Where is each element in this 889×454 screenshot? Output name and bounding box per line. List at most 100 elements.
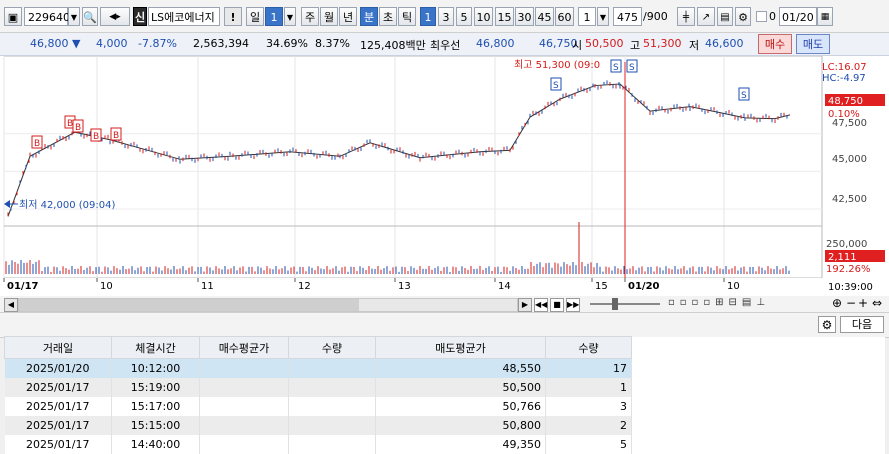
- settings-icon[interactable]: ⚙: [735, 7, 751, 26]
- period-minute-button[interactable]: 분: [360, 7, 378, 26]
- table-row[interactable]: 2025/01/17 15:17:00 50,766 3: [4, 396, 885, 416]
- chart-scrollbar[interactable]: [18, 298, 518, 312]
- date-input[interactable]: 01/20: [779, 7, 817, 26]
- speed-slider[interactable]: [590, 303, 660, 305]
- stock-code-input[interactable]: 229640: [24, 7, 70, 26]
- main-toolbar: ▣ 229640 ▼ 🔍 ◀▸ 신 LS에코에너지 ! 일 1 ▼ 주 월 년 …: [0, 0, 889, 33]
- day-count-input[interactable]: 1: [265, 7, 283, 26]
- zoom-minus-icon[interactable]: −: [846, 296, 856, 310]
- low-price: 46,600: [705, 37, 744, 50]
- interval-dropdown-icon[interactable]: ▼: [597, 7, 609, 26]
- cell-sell-qty: 2: [545, 415, 632, 435]
- high-label: 고: [630, 39, 641, 52]
- forward-icon[interactable]: ▶▶: [566, 298, 580, 312]
- time-label: 11: [201, 281, 214, 292]
- cell-sell-qty: 17: [545, 358, 632, 378]
- trade-amount: 125,408백만: [360, 39, 426, 52]
- scroll-left-icon[interactable]: ◀: [4, 298, 18, 312]
- trend-tool-icon[interactable]: ↗: [697, 7, 715, 26]
- cell-buy-avg: [199, 358, 289, 378]
- time-axis-bg: [0, 278, 889, 296]
- minute-10-button[interactable]: 10: [474, 7, 493, 26]
- minute-30-button[interactable]: 30: [515, 7, 534, 26]
- buy-marker: B: [93, 132, 99, 142]
- minute-15-button[interactable]: 15: [495, 7, 514, 26]
- table-row[interactable]: 2025/01/20 10:12:00 48,550 17: [4, 358, 885, 378]
- speed-slider-handle[interactable]: [612, 298, 618, 310]
- time-label: 01/20: [628, 281, 660, 292]
- table-settings-icon[interactable]: ⚙: [818, 316, 836, 333]
- sell-marker: S: [553, 81, 559, 91]
- minute-3-button[interactable]: 3: [438, 7, 454, 26]
- high-annotation: 최고 51,300 (09:0: [514, 59, 600, 71]
- period-second-button[interactable]: 초: [379, 7, 397, 26]
- minute-60-button[interactable]: 60: [555, 7, 574, 26]
- trade-list-toolbar: ⚙ 다음: [0, 312, 889, 338]
- cell-date: 2025/01/20: [4, 358, 112, 378]
- zoom-in-icon[interactable]: ⊕: [832, 296, 842, 310]
- period-week-button[interactable]: 주: [301, 7, 319, 26]
- cell-buy-qty: [288, 415, 376, 435]
- candle-icon[interactable]: ╪: [677, 7, 695, 26]
- alert-button[interactable]: !: [224, 7, 242, 26]
- price-chart[interactable]: 최고 51,300 (09:0 최저 42,000 (09:04) BB BB BS…: [0, 56, 889, 296]
- high-price: 51,300: [643, 37, 682, 50]
- volume-tick: 250,000: [826, 239, 867, 250]
- period-year-button[interactable]: 년: [339, 7, 357, 26]
- col-exec-time[interactable]: 체결시간: [111, 336, 200, 359]
- table-row[interactable]: 2025/01/17 15:19:00 50,500 1: [4, 377, 885, 397]
- col-trade-date[interactable]: 거래일: [4, 336, 112, 359]
- col-sell-avg[interactable]: 매도평균가: [375, 336, 546, 359]
- period-day-button[interactable]: 일: [246, 7, 264, 26]
- col-buy-avg[interactable]: 매수평균가: [199, 336, 289, 359]
- col-buy-qty[interactable]: 수량: [288, 336, 376, 359]
- table-row[interactable]: 2025/01/17 15:15:00 50,800 2: [4, 415, 885, 435]
- y-tick-47500: 47,500: [832, 118, 867, 129]
- zoom-tools[interactable]: ▫▫▫▫⊞⊟▤⊥: [668, 297, 828, 311]
- minute-1-button[interactable]: 1: [420, 7, 436, 26]
- layout-icon[interactable]: ▣: [4, 7, 22, 26]
- cell-blank: [631, 396, 885, 416]
- cell-sell-avg: 50,800: [375, 415, 546, 435]
- date-checkbox[interactable]: [756, 11, 767, 22]
- sell-marker: S: [613, 63, 619, 73]
- code-dropdown-icon[interactable]: ▼: [68, 7, 80, 26]
- buy-button[interactable]: 매수: [758, 34, 792, 54]
- day-count-dropdown-icon[interactable]: ▼: [284, 7, 296, 26]
- search-icon[interactable]: 🔍: [82, 7, 98, 26]
- date-check-label: 0: [769, 10, 776, 23]
- interval-input[interactable]: 1: [578, 7, 596, 26]
- next-button[interactable]: 다음: [840, 316, 884, 333]
- zoom-plus-icon[interactable]: +: [858, 296, 868, 310]
- cell-time: 15:15:00: [111, 415, 200, 435]
- position-current-input[interactable]: 475: [613, 7, 642, 26]
- table-row[interactable]: 2025/01/17 14:40:00 49,350 5: [4, 434, 885, 454]
- price-chart-panel[interactable]: 최고 51,300 (09:0 최저 42,000 (09:04) BBBBBS…: [0, 56, 889, 296]
- period-tick-button[interactable]: 틱: [398, 7, 416, 26]
- change-rate: -7.87%: [138, 37, 177, 50]
- minute-45-button[interactable]: 45: [535, 7, 554, 26]
- scroll-right-icon[interactable]: ▶: [518, 298, 532, 312]
- rewind-icon[interactable]: ◀◀: [534, 298, 548, 312]
- turnover-rate: 34.69%: [266, 37, 308, 50]
- speaker-icon[interactable]: ◀▸: [100, 7, 130, 26]
- sell-button[interactable]: 매도: [796, 34, 830, 54]
- calendar-icon[interactable]: ▦: [817, 7, 833, 26]
- cell-date: 2025/01/17: [4, 396, 112, 416]
- minute-5-button[interactable]: 5: [456, 7, 472, 26]
- stop-icon[interactable]: ■: [550, 298, 564, 312]
- low-annotation: 최저 42,000 (09:04): [19, 199, 115, 211]
- time-label: 10: [727, 281, 740, 292]
- cell-buy-avg: [199, 396, 289, 416]
- buy-marker: B: [75, 123, 81, 133]
- sell-marker: S: [741, 91, 747, 101]
- quote-info-bar: 46,800 ▼ 4,000 -7.87% 2,563,394 34.69% 8…: [0, 33, 889, 56]
- cell-blank: [631, 377, 885, 397]
- y-tick-45000: 45,000: [832, 154, 867, 165]
- expand-icon[interactable]: ⇔: [872, 296, 882, 310]
- scroll-thumb[interactable]: [19, 299, 359, 311]
- time-label: 10: [100, 281, 113, 292]
- col-sell-qty[interactable]: 수량: [545, 336, 632, 359]
- period-month-button[interactable]: 월: [320, 7, 338, 26]
- save-icon[interactable]: ▤: [717, 7, 733, 26]
